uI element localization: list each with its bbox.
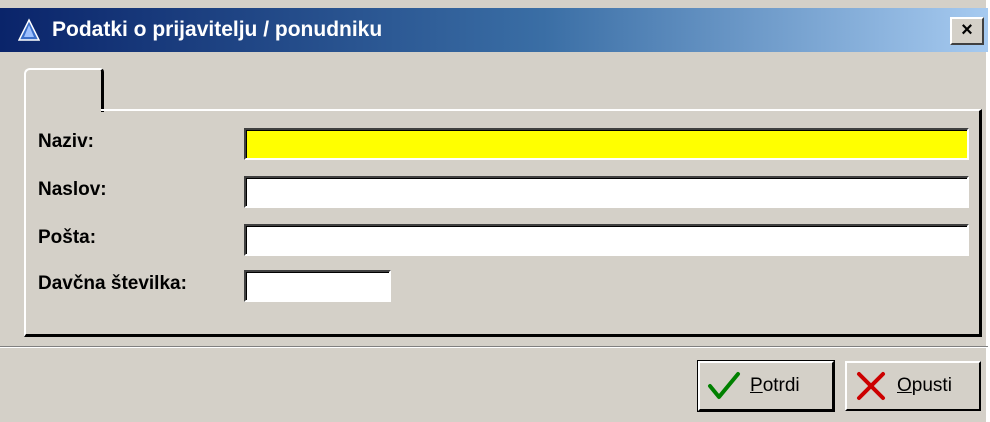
window-title: Podatki o prijavitelju / ponudniku: [52, 18, 383, 41]
tab-panel-join: [26, 107, 101, 113]
close-button[interactable]: ×: [950, 17, 984, 45]
opusti-button[interactable]: Opusti: [845, 361, 981, 411]
tab-main[interactable]: [24, 68, 104, 112]
posta-label: Pošta:: [38, 227, 97, 248]
dialog-window: Podatki o prijavitelju / ponudniku × Naz…: [0, 0, 988, 422]
title-bar[interactable]: Podatki o prijavitelju / ponudniku ×: [0, 8, 988, 52]
davcna-stevilka-label: Davčna številka:: [38, 273, 187, 294]
close-icon: ×: [961, 19, 973, 41]
check-icon: [708, 372, 740, 399]
potrdi-label: Potrdi: [750, 375, 800, 396]
naziv-label: Naziv:: [38, 131, 94, 152]
naslov-field[interactable]: [244, 176, 969, 208]
x-icon: [857, 372, 885, 400]
opusti-label: Opusti: [897, 375, 952, 396]
naslov-label: Naslov:: [38, 179, 107, 200]
potrdi-button[interactable]: Potrdi: [697, 360, 835, 412]
davcna-stevilka-field[interactable]: [244, 270, 391, 302]
button-separator: [0, 346, 988, 348]
posta-field[interactable]: [244, 224, 969, 256]
app-triangle-icon: [18, 18, 40, 41]
naziv-field[interactable]: [244, 128, 969, 160]
